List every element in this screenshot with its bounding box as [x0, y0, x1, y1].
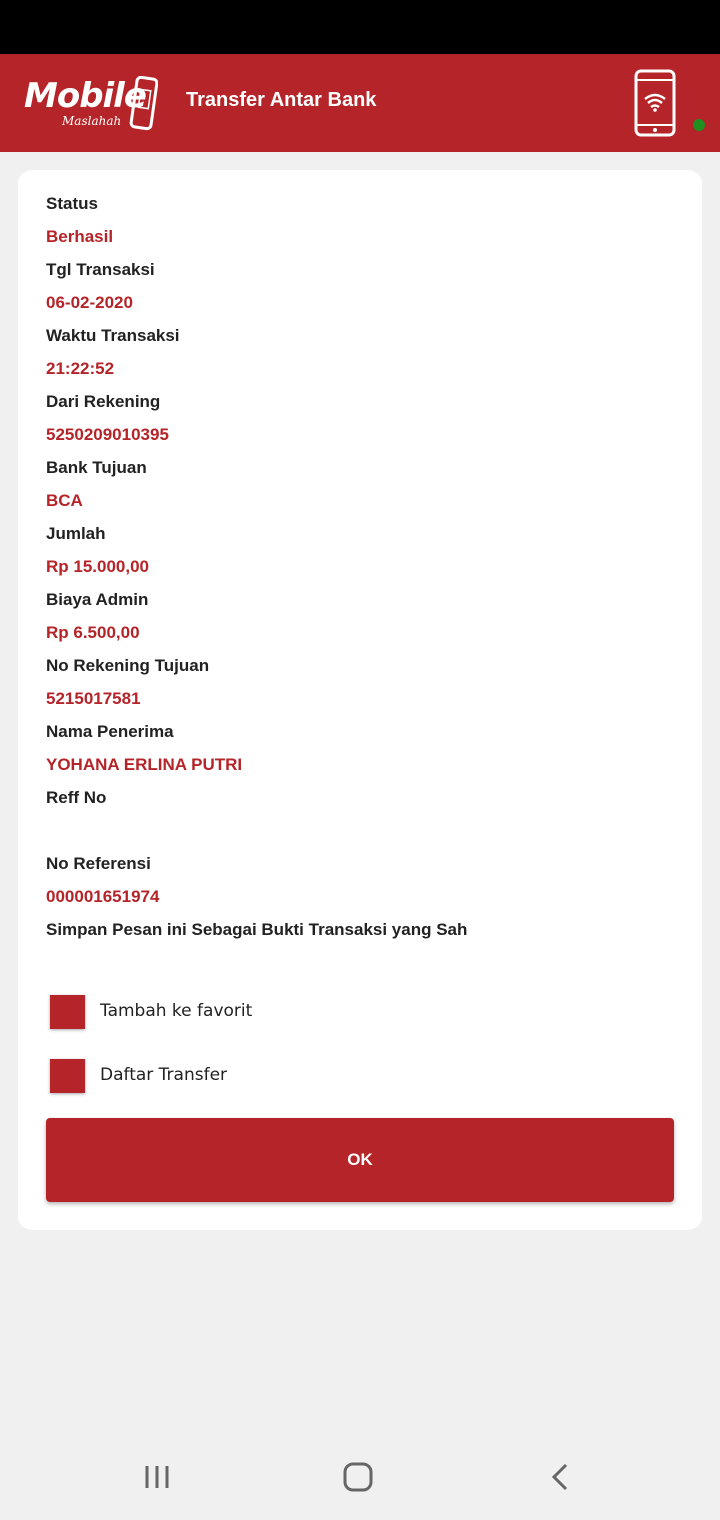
recipient-name-label: Nama Penerima [46, 722, 174, 741]
reff-no-label: Reff No [46, 788, 107, 807]
ok-button[interactable]: OK [46, 1118, 674, 1202]
amount-label: Jumlah [46, 524, 106, 543]
destination-account-label: No Rekening Tujuan [46, 656, 210, 675]
logo-subtext: Maslahah [62, 114, 122, 128]
recipient-name-value: YOHANA ERLINA PUTRI [46, 755, 243, 774]
favorite-label: Tambah ke favorit [100, 1001, 253, 1021]
status-label: Status [46, 194, 98, 213]
date-value: 06-02-2020 [46, 293, 133, 312]
source-account-label: Dari Rekening [46, 392, 161, 411]
app-logo: Mobile Maslahah [24, 74, 164, 134]
admin-fee-value: Rp 6.500,00 [46, 623, 140, 642]
page-title: Transfer Antar Bank [186, 89, 377, 111]
destination-bank-label: Bank Tujuan [46, 458, 147, 477]
recent-apps-icon[interactable] [143, 1462, 173, 1492]
app-header: Mobile Maslahah Transfer Antar Bank [0, 54, 720, 152]
receipt-note: Simpan Pesan ini Sebagai Bukti Transaksi… [46, 920, 468, 939]
connection-status-dot [693, 119, 705, 131]
transfer-list-checkbox[interactable] [50, 1059, 85, 1093]
transaction-receipt-card: Status Berhasil Tgl Transaksi 06-02-2020… [18, 170, 702, 1230]
reference-number-value: 000001651974 [46, 887, 160, 906]
reference-number-label: No Referensi [46, 854, 151, 873]
logo-phone-icon [129, 76, 158, 131]
back-icon[interactable] [548, 1462, 572, 1492]
status-bar [0, 0, 720, 54]
admin-fee-label: Biaya Admin [46, 590, 149, 609]
source-account-value: 5250209010395 [46, 425, 169, 444]
favorite-checkbox[interactable] [50, 995, 85, 1029]
home-icon[interactable] [342, 1462, 374, 1492]
system-navigation-bar [0, 1432, 720, 1520]
smartphone-wifi-icon[interactable] [634, 69, 676, 137]
date-label: Tgl Transaksi [46, 260, 155, 279]
destination-bank-value: BCA [46, 491, 83, 510]
time-value: 21:22:52 [46, 359, 115, 378]
amount-value: Rp 15.000,00 [46, 557, 150, 576]
time-label: Waktu Transaksi [46, 326, 180, 345]
destination-account-value: 5215017581 [46, 689, 141, 708]
status-value: Berhasil [46, 227, 114, 246]
transfer-list-label: Daftar Transfer [100, 1065, 228, 1085]
